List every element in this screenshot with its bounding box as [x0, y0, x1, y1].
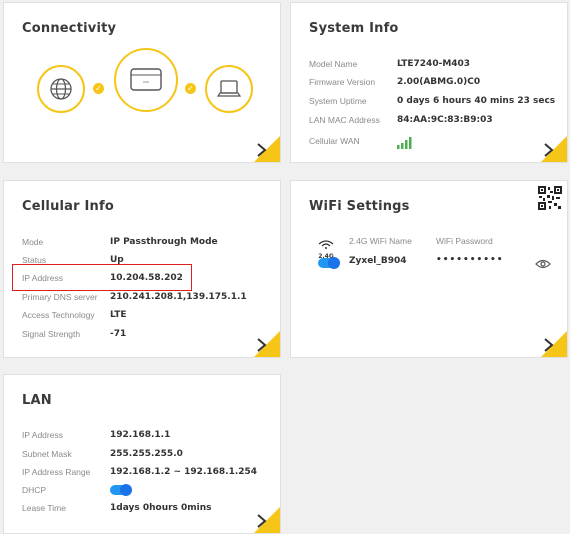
wifi-settings-card: WiFi Settings 2.4G 2.4G WiFi Name WiFi P…: [290, 180, 568, 358]
router-icon: [114, 48, 178, 112]
lan-more-button[interactable]: [254, 507, 280, 533]
cellular-info-title: Cellular Info: [22, 199, 114, 214]
show-password-eye-icon[interactable]: [535, 259, 551, 269]
system-info-more-button[interactable]: [541, 136, 567, 162]
lan-ip-row: IP Address 192.168.1.1: [22, 430, 170, 440]
cellular-info-more-button[interactable]: [254, 331, 280, 357]
signal-strength-value: -71: [110, 329, 127, 339]
wifi-ssid-value: Zyxel_B904: [349, 256, 407, 266]
mode-label: Mode: [22, 237, 44, 247]
firmware-label: Firmware Version: [309, 77, 376, 87]
signal-strength-icon: [397, 137, 412, 149]
dhcp-row: DHCP: [22, 484, 132, 496]
uptime-value: 0 days 6 hours 40 mins 23 secs: [397, 96, 556, 106]
lease-time-value: 1days 0hours 0mins: [110, 503, 212, 513]
model-name-value: LTE7240-M403: [397, 59, 471, 69]
check-icon: ✓: [185, 83, 196, 94]
lan-mac-row: LAN MAC Address 84:AA:9C:83:B9:03: [309, 115, 493, 125]
access-tech-label: Access Technology: [22, 310, 95, 320]
lease-time-label: Lease Time: [22, 503, 66, 513]
connectivity-title: Connectivity: [22, 21, 117, 36]
ip-range-label: IP Address Range: [22, 467, 91, 477]
cellular-wan-label: Cellular WAN: [309, 136, 360, 146]
connectivity-card: Connectivity ✓ ✓: [3, 2, 281, 163]
dhcp-label: DHCP: [22, 485, 47, 495]
check-icon: ✓: [93, 83, 104, 94]
lan-ip-label: IP Address: [22, 430, 63, 440]
model-name-label: Model Name: [309, 59, 358, 69]
lan-card: LAN IP Address 192.168.1.1 Subnet Mask 2…: [3, 374, 281, 534]
mode-row: Mode IP Passthrough Mode: [22, 237, 218, 247]
uptime-label: System Uptime: [309, 96, 367, 106]
laptop-icon: [205, 65, 253, 113]
primary-dns-value: 210.241.208.1,139.175.1.1: [110, 292, 247, 302]
lan-mac-value: 84:AA:9C:83:B9:03: [397, 115, 493, 125]
primary-dns-label: Primary DNS server: [22, 292, 98, 302]
subnet-mask-value: 255.255.255.0: [110, 449, 183, 459]
cellular-wan-row: Cellular WAN: [309, 133, 413, 149]
system-info-title: System Info: [309, 21, 399, 36]
lan-title: LAN: [22, 393, 52, 408]
ip-address-highlight: [12, 264, 192, 291]
wifi-enable-toggle[interactable]: [318, 257, 340, 269]
dhcp-toggle[interactable]: [110, 484, 132, 496]
wifi-name-header: 2.4G WiFi Name: [349, 236, 412, 246]
qr-code-icon[interactable]: [538, 186, 562, 210]
uptime-row: System Uptime 0 days 6 hours 40 mins 23 …: [309, 96, 555, 106]
wifi-settings-title: WiFi Settings: [309, 199, 410, 214]
mode-value: IP Passthrough Mode: [110, 237, 218, 247]
access-tech-value: LTE: [110, 310, 127, 320]
lan-mac-label: LAN MAC Address: [309, 115, 380, 125]
subnet-mask-row: Subnet Mask 255.255.255.0: [22, 449, 183, 459]
access-tech-row: Access Technology LTE: [22, 310, 127, 320]
ip-range-value: 192.168.1.2 ~ 192.168.1.254: [110, 467, 258, 477]
system-info-card: System Info Model Name LTE7240-M403 Firm…: [290, 2, 568, 163]
primary-dns-row: Primary DNS server 210.241.208.1,139.175…: [22, 292, 247, 302]
wifi-password-header: WiFi Password: [436, 236, 493, 246]
lease-time-row: Lease Time 1days 0hours 0mins: [22, 503, 212, 513]
wifi-settings-more-button[interactable]: [541, 331, 567, 357]
ip-range-row: IP Address Range 192.168.1.2 ~ 192.168.1…: [22, 467, 257, 477]
wifi-password-value: ••••••••••: [436, 255, 504, 265]
signal-strength-label: Signal Strength: [22, 329, 81, 339]
connectivity-more-button[interactable]: [254, 136, 280, 162]
internet-globe-icon: [37, 65, 85, 113]
lan-ip-value: 192.168.1.1: [110, 430, 171, 440]
model-name-row: Model Name LTE7240-M403: [309, 59, 470, 69]
firmware-row: Firmware Version 2.00(ABMG.0)C0: [309, 77, 480, 87]
firmware-value: 2.00(ABMG.0)C0: [397, 77, 481, 87]
signal-strength-row: Signal Strength -71: [22, 329, 126, 339]
subnet-mask-label: Subnet Mask: [22, 449, 72, 459]
